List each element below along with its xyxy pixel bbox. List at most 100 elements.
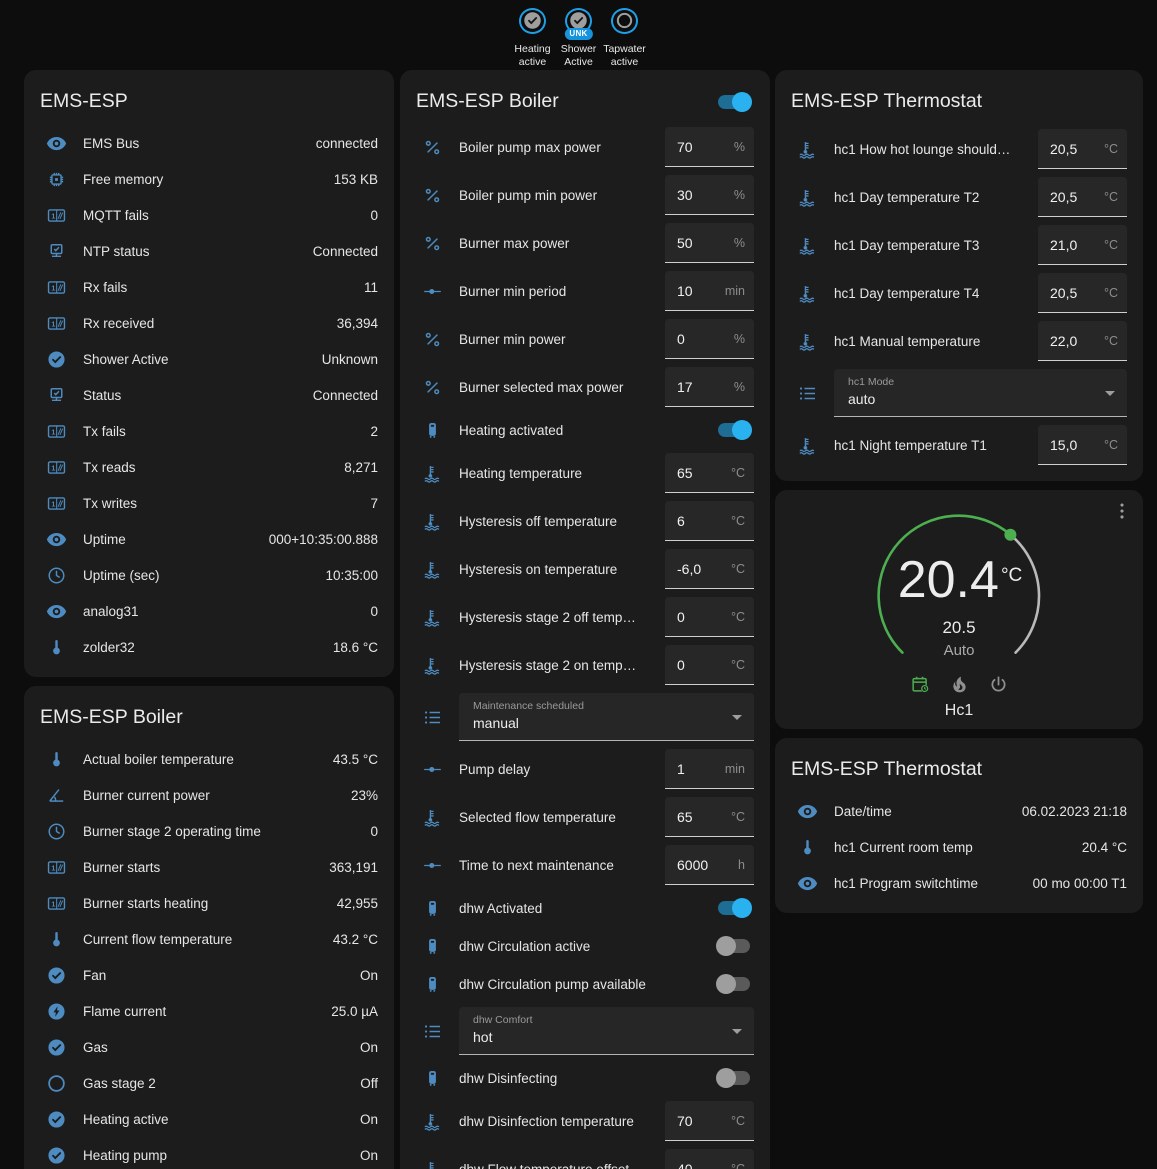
kebab-menu-icon[interactable] bbox=[1111, 500, 1133, 522]
number-input[interactable]: 0% bbox=[665, 319, 754, 359]
number-value: 0 bbox=[677, 657, 685, 673]
entity-row[interactable]: Burner current power23% bbox=[40, 777, 378, 813]
entity-row[interactable]: NTP statusConnected bbox=[40, 233, 378, 269]
list-icon bbox=[422, 1021, 443, 1042]
entity-row[interactable]: hc1 Program switchtime00 mo 00:00 T1 bbox=[791, 865, 1127, 901]
eye-icon bbox=[797, 801, 818, 822]
select-input[interactable]: hc1 Modeauto bbox=[834, 369, 1127, 417]
number-value: 20,5 bbox=[1050, 285, 1077, 301]
entity-row[interactable]: GasOn bbox=[40, 1029, 378, 1065]
state-badge[interactable]: UNKShower Active bbox=[557, 8, 601, 70]
number-input[interactable]: 70% bbox=[665, 127, 754, 167]
number-input[interactable]: 20,5°C bbox=[1038, 273, 1127, 313]
number-unit: °C bbox=[1104, 334, 1118, 348]
card-header-toggle[interactable] bbox=[716, 92, 752, 112]
number-input[interactable]: 30% bbox=[665, 175, 754, 215]
entity-row[interactable]: Current flow temperature43.2 °C bbox=[40, 921, 378, 957]
entity-row[interactable]: Actual boiler temperature43.5 °C bbox=[40, 741, 378, 777]
entity-name: MQTT fails bbox=[83, 208, 370, 223]
eye-icon bbox=[797, 873, 818, 894]
dial-handle[interactable] bbox=[1004, 529, 1016, 541]
entity-row[interactable]: StatusConnected bbox=[40, 377, 378, 413]
toggle-switch[interactable] bbox=[716, 898, 752, 918]
number-input[interactable]: 0°C bbox=[665, 597, 754, 637]
number-input[interactable]: 10min bbox=[665, 271, 754, 311]
entity-row[interactable]: Burner stage 2 operating time0 bbox=[40, 813, 378, 849]
state-badge[interactable]: Heating active bbox=[511, 8, 555, 70]
entity-row[interactable]: EMS Busconnected bbox=[40, 125, 378, 161]
circle-outline-icon bbox=[46, 1073, 67, 1094]
number-input[interactable]: 15,0°C bbox=[1038, 425, 1127, 465]
chevron-down-icon bbox=[1105, 391, 1115, 396]
entity-row[interactable]: 1Tx writes7 bbox=[40, 485, 378, 521]
chevron-down-icon bbox=[732, 715, 742, 720]
number-input[interactable]: 1min bbox=[665, 749, 754, 789]
entity-row[interactable]: 1Burner starts heating42,955 bbox=[40, 885, 378, 921]
entity-row[interactable]: 1Burner starts363,191 bbox=[40, 849, 378, 885]
hvac-mode-button[interactable] bbox=[910, 674, 931, 695]
entity-row[interactable]: 1MQTT fails0 bbox=[40, 197, 378, 233]
entity-row[interactable]: Heating pumpOn bbox=[40, 1137, 378, 1169]
entity-row[interactable]: Date/time06.02.2023 21:18 bbox=[791, 793, 1127, 829]
entity-row[interactable]: Uptime000+10:35:00.888 bbox=[40, 521, 378, 557]
entity-name: Uptime bbox=[83, 532, 269, 547]
thermometer-icon bbox=[46, 749, 67, 770]
number-unit: % bbox=[734, 380, 745, 394]
entity-row[interactable]: 1Tx reads8,271 bbox=[40, 449, 378, 485]
number-input[interactable]: 22,0°C bbox=[1038, 321, 1127, 361]
number-input[interactable]: 17% bbox=[665, 367, 754, 407]
toggle-switch[interactable] bbox=[716, 1068, 752, 1088]
counter-icon: 1 bbox=[46, 457, 67, 478]
entity-row[interactable]: 1Rx fails11 bbox=[40, 269, 378, 305]
entity-row[interactable]: hc1 Current room temp20.4 °C bbox=[791, 829, 1127, 865]
number-input[interactable]: 21,0°C bbox=[1038, 225, 1127, 265]
select-input[interactable]: dhw Comforthot bbox=[459, 1007, 754, 1055]
number-input[interactable]: 65°C bbox=[665, 797, 754, 837]
hvac-mode-button[interactable] bbox=[988, 674, 1009, 695]
entity-row[interactable]: Gas stage 2Off bbox=[40, 1065, 378, 1101]
number-unit: °C bbox=[1104, 238, 1118, 252]
angle-icon bbox=[46, 785, 67, 806]
entity-row[interactable]: FanOn bbox=[40, 957, 378, 993]
number-input[interactable]: 70°C bbox=[665, 1101, 754, 1141]
number-input[interactable]: 50% bbox=[665, 223, 754, 263]
number-input[interactable]: 20,5°C bbox=[1038, 177, 1127, 217]
entity-row[interactable]: zolder3218.6 °C bbox=[40, 629, 378, 665]
toggle-switch[interactable] bbox=[716, 420, 752, 440]
number-input[interactable]: -6,0°C bbox=[665, 549, 754, 589]
hvac-mode-button[interactable] bbox=[949, 674, 970, 695]
number-input[interactable]: 40°C bbox=[665, 1149, 754, 1169]
toggle-thumb bbox=[716, 936, 736, 956]
entity-row[interactable]: Uptime (sec)10:35:00 bbox=[40, 557, 378, 593]
entity-name: dhw Disinfection temperature bbox=[459, 1114, 665, 1129]
entity-row[interactable]: analog310 bbox=[40, 593, 378, 629]
current-temperature: 20.4°C bbox=[775, 554, 1143, 606]
entity-name: hc1 Day temperature T2 bbox=[834, 190, 1038, 205]
badge-unavailable-label: UNK bbox=[564, 28, 592, 40]
percent-icon bbox=[422, 233, 443, 254]
entity-row: Maintenance scheduledmanual bbox=[416, 689, 754, 745]
entity-row[interactable]: Heating activeOn bbox=[40, 1101, 378, 1137]
number-input[interactable]: 6°C bbox=[665, 501, 754, 541]
chevron-down-icon bbox=[732, 1029, 742, 1034]
number-input[interactable]: 0°C bbox=[665, 645, 754, 685]
entity-row[interactable]: 1Tx fails2 bbox=[40, 413, 378, 449]
entity-row[interactable]: Shower ActiveUnknown bbox=[40, 341, 378, 377]
number-input[interactable]: 20,5°C bbox=[1038, 129, 1127, 169]
select-input[interactable]: Maintenance scheduledmanual bbox=[459, 693, 754, 741]
entity-row[interactable]: Free memory153 KB bbox=[40, 161, 378, 197]
state-badge[interactable]: Tapwater active bbox=[603, 8, 647, 70]
number-input[interactable]: 6000h bbox=[665, 845, 754, 885]
toggle-switch[interactable] bbox=[716, 974, 752, 994]
entity-name: Hysteresis stage 2 off temp… bbox=[459, 610, 665, 625]
toggle-switch[interactable] bbox=[716, 936, 752, 956]
entity-row[interactable]: Flame current25.0 µA bbox=[40, 993, 378, 1029]
water-boiler-icon bbox=[422, 936, 443, 957]
entity-row[interactable]: 1Rx received36,394 bbox=[40, 305, 378, 341]
entity-row: dhw Disinfection temperature70°C bbox=[416, 1097, 754, 1145]
number-input[interactable]: 65°C bbox=[665, 453, 754, 493]
number-value: 65 bbox=[677, 809, 693, 825]
entity-name: hc1 Day temperature T3 bbox=[834, 238, 1038, 253]
entity-row: Boiler pump min power30% bbox=[416, 171, 754, 219]
card-title: EMS-ESP Boiler bbox=[416, 90, 559, 113]
